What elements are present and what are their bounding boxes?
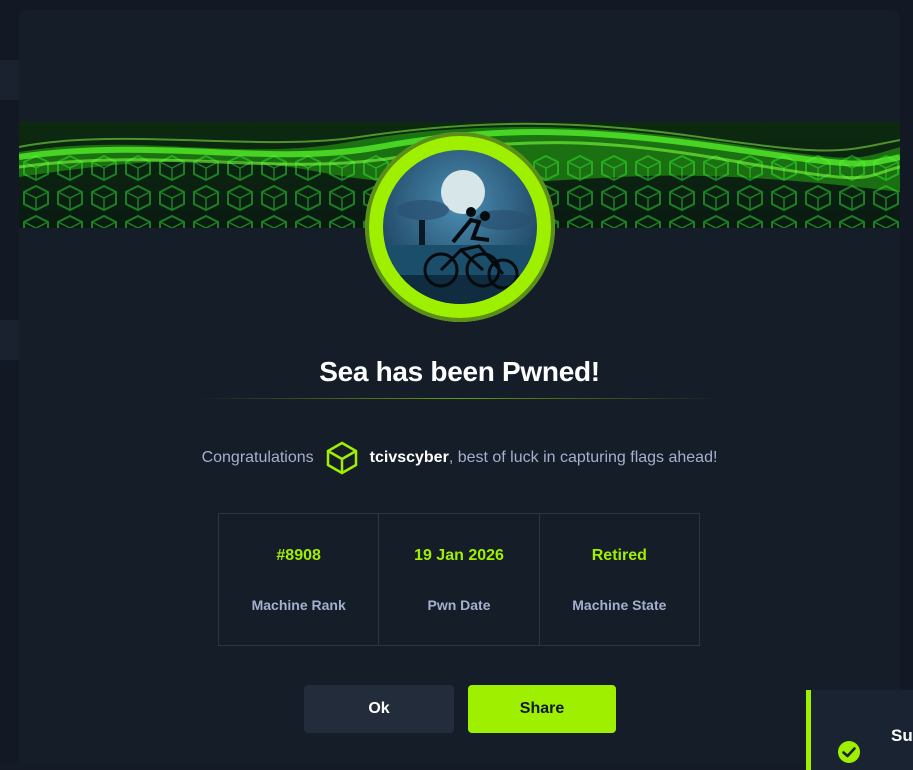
congrats-message: Congratulations tcivscyber , best of luc… xyxy=(19,440,900,476)
stat-machine-state: Retired Machine State xyxy=(540,514,699,645)
title-divider xyxy=(197,398,721,399)
toast-title: Suc xyxy=(891,726,913,745)
success-toast[interactable]: Suc xyxy=(806,690,913,770)
congrats-suffix: , best of luck in capturing flags ahead! xyxy=(448,449,718,466)
stat-label: Machine State xyxy=(572,596,667,613)
stat-machine-rank: #8908 Machine Rank xyxy=(219,514,380,645)
stat-value: 19 Jan 2026 xyxy=(414,546,504,564)
machine-avatar-image xyxy=(383,150,537,304)
check-circle-icon xyxy=(838,741,860,763)
modal-header xyxy=(19,10,900,130)
background-panel xyxy=(0,320,20,360)
username-link[interactable]: tcivscyber xyxy=(370,449,449,467)
stat-value: Retired xyxy=(591,546,647,564)
user-cube-icon xyxy=(324,440,360,476)
stat-value: #8908 xyxy=(276,546,321,564)
stat-pwn-date: 19 Jan 2026 Pwn Date xyxy=(379,514,540,645)
stat-label: Pwn Date xyxy=(427,596,491,613)
stats-table: #8908 Machine Rank 19 Jan 2026 Pwn Date … xyxy=(218,513,700,646)
modal-title: Sea has been Pwned! xyxy=(319,356,600,387)
pwned-modal: Sea has been Pwned! Congratulations tciv… xyxy=(19,10,900,763)
stat-label: Machine Rank xyxy=(251,596,346,613)
share-button[interactable]: Share xyxy=(468,685,616,733)
congrats-prefix: Congratulations xyxy=(201,449,314,466)
background-panel xyxy=(0,60,20,100)
ok-button[interactable]: Ok xyxy=(304,685,454,733)
